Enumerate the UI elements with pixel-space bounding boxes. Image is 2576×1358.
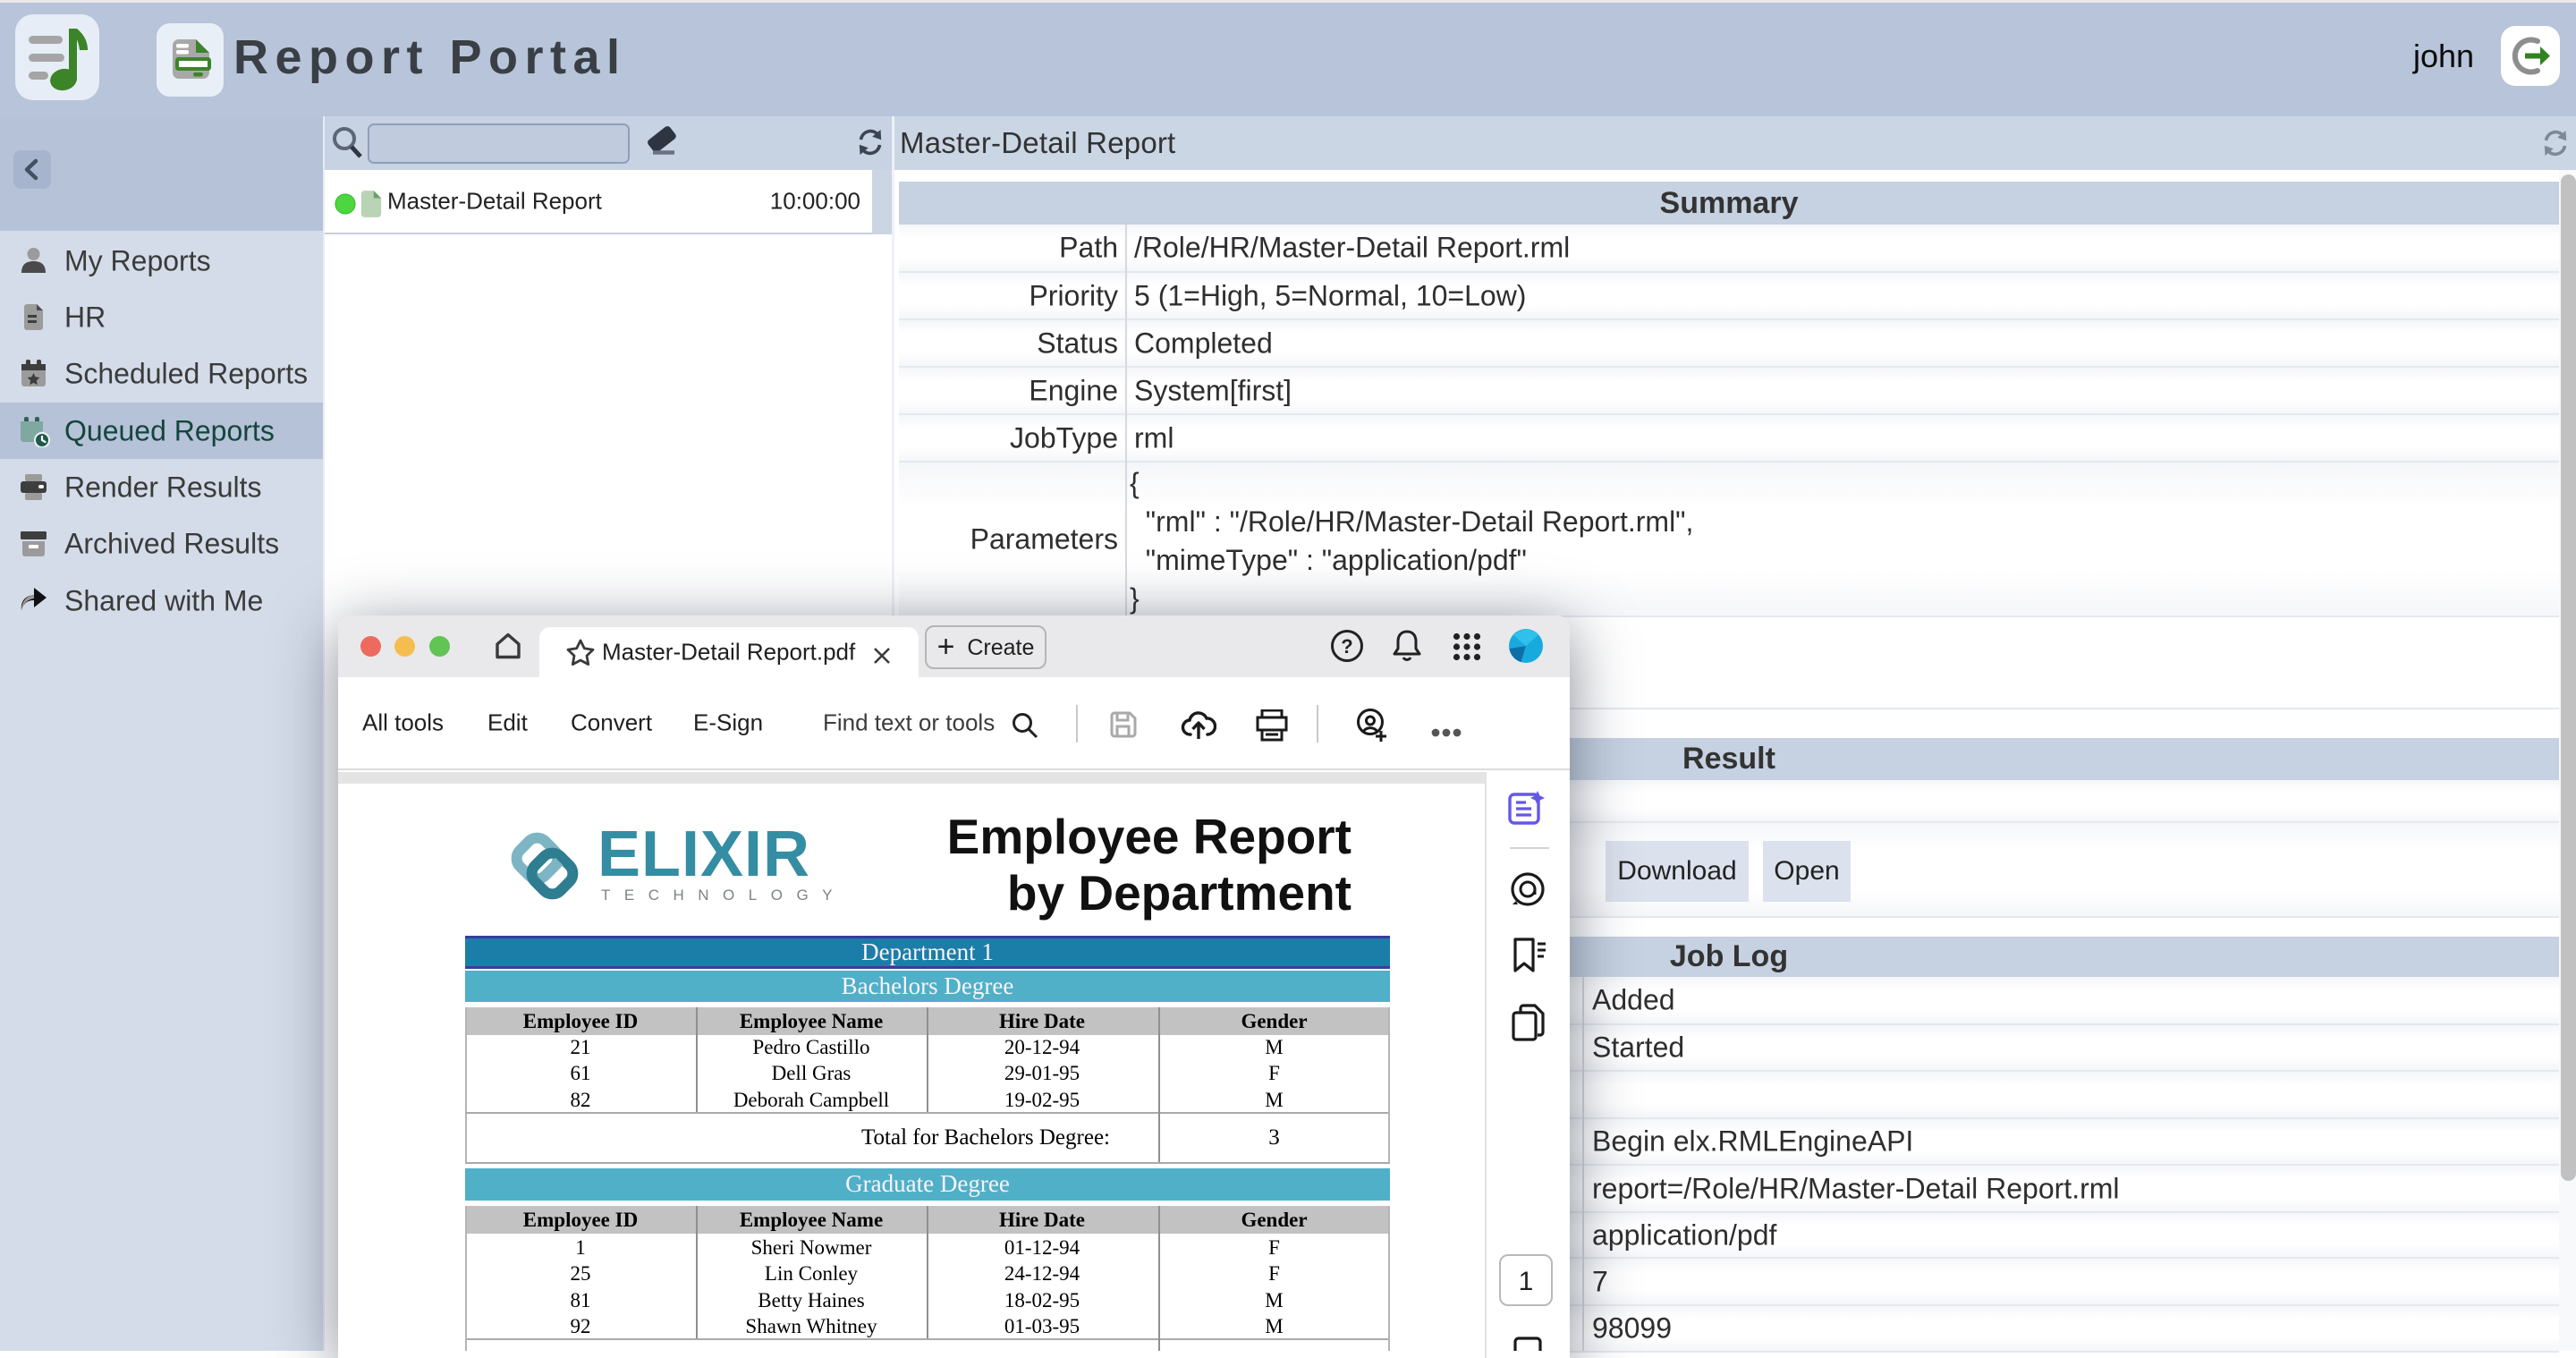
svg-text:?: ? [1341, 635, 1352, 658]
